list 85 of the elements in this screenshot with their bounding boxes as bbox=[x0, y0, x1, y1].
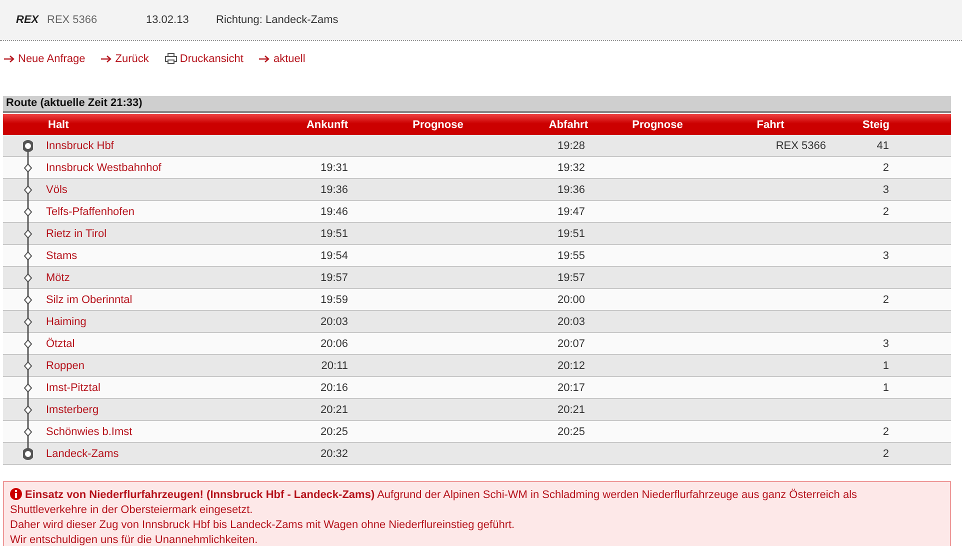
departure-time: 19:36 bbox=[556, 184, 586, 196]
arrow-icon bbox=[259, 54, 270, 62]
arrival-time: 19:59 bbox=[319, 294, 348, 306]
column-header: Abfahrt bbox=[548, 118, 589, 130]
departure-time: 19:47 bbox=[556, 206, 586, 218]
train-category: REX bbox=[16, 14, 40, 26]
station-link[interactable]: Mötz bbox=[43, 272, 293, 284]
platform-cell-text: 2 bbox=[882, 206, 890, 218]
route-stop-icon bbox=[23, 399, 33, 421]
station-link[interactable]: Innsbruck Westbahnhof bbox=[43, 162, 293, 174]
platform-cell-text: 2 bbox=[882, 426, 890, 438]
column-header: Fahrt bbox=[756, 118, 786, 130]
station-link[interactable]: Landeck-Zams bbox=[43, 448, 293, 460]
arrival-time: 20:21 bbox=[319, 404, 348, 416]
travel-date: 13.02.13 bbox=[146, 14, 190, 26]
platform-cell-text: 3 bbox=[882, 250, 890, 262]
nav-link[interactable]: Neue Anfrage bbox=[4, 52, 86, 65]
nav-link[interactable]: Zurück bbox=[101, 52, 149, 65]
departure-time: 20:12 bbox=[556, 360, 586, 372]
departure-time: 19:51 bbox=[556, 228, 586, 240]
station-link[interactable]: Stams bbox=[43, 250, 293, 262]
platform-cell-text: 2 bbox=[882, 294, 890, 306]
arrival-time: 20:03 bbox=[319, 316, 348, 328]
nav-link[interactable]: Druckansicht bbox=[164, 52, 244, 65]
notice-text: Einsatz von Niederflurfahrzeugen! (Innsbruck Hbf - Landeck-Zams) Aufgrund der Alpinen Schi-WM in Schladming werden Niederflurfahrzeuge aus ganz Österreich als Shuttleverkehre in der Obersteiermark eingesetzt. bbox=[10, 488, 858, 518]
platform-cell-text: 3 bbox=[882, 184, 890, 196]
nav-link[interactable]: aktuell bbox=[259, 52, 306, 65]
route-stop-icon bbox=[23, 179, 33, 201]
arrival-time: 20:11 bbox=[320, 360, 348, 372]
platform-cell-text: 1 bbox=[882, 382, 890, 394]
route-stop-icon bbox=[23, 355, 33, 377]
column-header: Steig bbox=[862, 118, 890, 130]
platform-cell-text: 41 bbox=[876, 140, 890, 152]
train-number: REX 5366 bbox=[47, 14, 98, 26]
arrival-time: 20:32 bbox=[319, 448, 348, 460]
departure-time: 19:55 bbox=[556, 250, 586, 262]
arrival-time: 19:51 bbox=[319, 228, 348, 240]
direction-text: Richtung: Landeck-Zams bbox=[216, 14, 340, 26]
route-title: Route (aktuelle Zeit 21:33) bbox=[3, 96, 951, 113]
departure-time: 20:07 bbox=[556, 338, 586, 350]
arrival-time: 19:57 bbox=[319, 272, 348, 284]
arrow-icon bbox=[101, 54, 112, 62]
notice-text: Wir entschuldigen uns für die Unannehmlichkeiten. bbox=[10, 533, 259, 546]
train-cell-text: REX 5366 bbox=[774, 140, 826, 152]
arrival-time: 19:46 bbox=[319, 206, 348, 218]
arrival-time: 20:16 bbox=[319, 382, 348, 394]
arrival-time: 19:54 bbox=[319, 250, 348, 262]
station-link[interactable]: Imst-Pitztal bbox=[43, 382, 293, 394]
departure-time: 20:03 bbox=[556, 316, 586, 328]
column-header: Ankunft bbox=[305, 118, 348, 130]
departure-time: 20:00 bbox=[556, 294, 586, 306]
station-link[interactable]: Silz im Oberinntal bbox=[43, 294, 293, 306]
platform-cell-text: 3 bbox=[882, 338, 890, 350]
arrival-time: 19:36 bbox=[319, 184, 348, 196]
column-header: Prognose bbox=[412, 118, 464, 130]
station-link[interactable]: Völs bbox=[43, 184, 293, 196]
departure-time: 20:25 bbox=[556, 426, 586, 438]
platform-cell-text: 1 bbox=[882, 360, 890, 372]
station-link[interactable]: Ötztal bbox=[43, 338, 293, 350]
info-icon bbox=[10, 488, 22, 500]
route-stop-icon bbox=[23, 223, 33, 245]
station-link[interactable]: Innsbruck Hbf bbox=[43, 140, 293, 152]
route-stop-icon bbox=[23, 267, 33, 289]
station-link[interactable]: Schönwies b.Imst bbox=[43, 426, 293, 438]
station-link[interactable]: Roppen bbox=[43, 360, 293, 372]
notice-text: Daher wird dieser Zug von Innsbruck Hbf bis Landeck-Zams mit Wagen ohne Niederflureinstieg geführt. bbox=[10, 518, 516, 533]
station-link[interactable]: Telfs-Pfaffenhofen bbox=[43, 206, 293, 218]
station-link[interactable]: Rietz in Tirol bbox=[43, 228, 293, 240]
column-header: Prognose bbox=[631, 118, 684, 130]
arrival-time: 19:31 bbox=[319, 162, 348, 174]
departure-time: 19:28 bbox=[556, 140, 586, 152]
departure-time: 20:21 bbox=[556, 404, 586, 416]
arrival-time: 20:06 bbox=[319, 338, 348, 350]
platform-cell-text: 2 bbox=[882, 162, 890, 174]
station-link[interactable]: Imsterberg bbox=[43, 404, 293, 416]
arrival-time: 20:25 bbox=[319, 426, 348, 438]
route-stop-icon bbox=[23, 311, 33, 333]
arrow-icon bbox=[4, 54, 15, 62]
column-header: Halt bbox=[47, 118, 70, 130]
departure-time: 20:17 bbox=[556, 382, 586, 394]
departure-time: 19:32 bbox=[556, 162, 586, 174]
station-link[interactable]: Haiming bbox=[43, 316, 293, 328]
platform-cell-text: 2 bbox=[882, 448, 890, 460]
printer-icon bbox=[164, 53, 177, 64]
departure-time: 19:57 bbox=[556, 272, 586, 284]
